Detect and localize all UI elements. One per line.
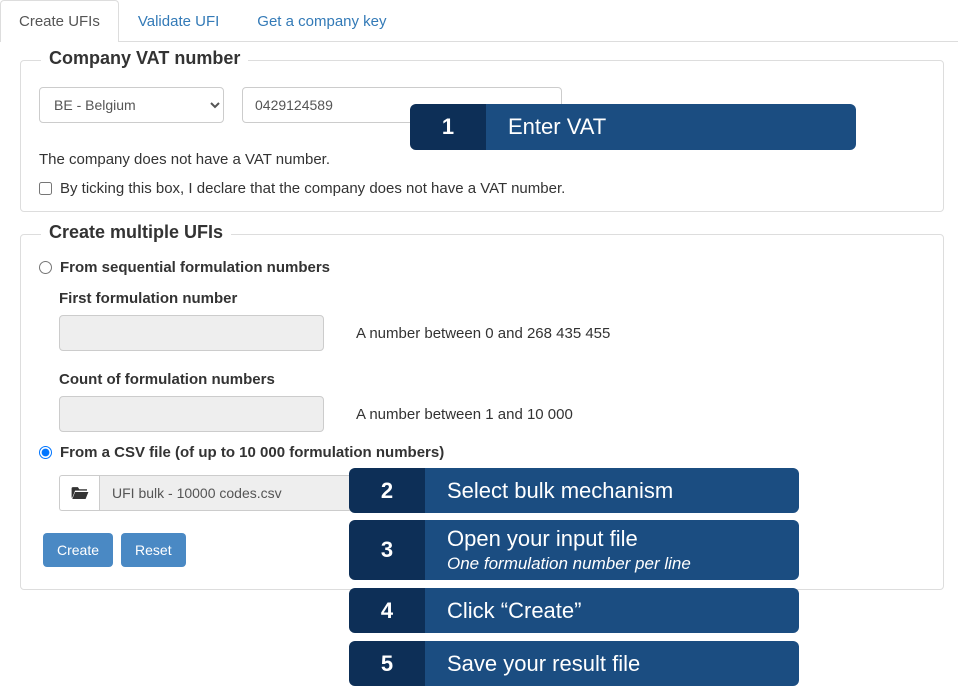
annotation-3-text: Open your input file	[447, 526, 777, 552]
annotation-5: 5 Save your result file	[349, 641, 799, 686]
annotation-2-text: Select bulk mechanism	[447, 478, 777, 504]
annotation-5-num: 5	[349, 641, 425, 686]
tab-bar: Create UFIs Validate UFI Get a company k…	[0, 0, 958, 42]
annotation-4-text: Click “Create”	[447, 598, 777, 624]
first-formulation-hint: A number between 0 and 268 435 455	[356, 325, 610, 342]
no-vat-checkbox-label: By ticking this box, I declare that the …	[60, 180, 565, 197]
multi-legend: Create multiple UFIs	[41, 222, 231, 243]
annotation-1-text: Enter VAT	[508, 114, 834, 140]
browse-file-button[interactable]	[59, 475, 99, 511]
reset-button[interactable]: Reset	[121, 533, 186, 567]
count-formulation-hint: A number between 1 and 10 000	[356, 406, 573, 423]
annotation-3: 3 Open your input file One formulation n…	[349, 520, 799, 580]
annotation-4-num: 4	[349, 588, 425, 633]
annotation-4: 4 Click “Create”	[349, 588, 799, 633]
annotation-2-num: 2	[349, 468, 425, 513]
count-formulation-input	[59, 396, 324, 432]
annotation-3-sub: One formulation number per line	[447, 554, 777, 574]
no-vat-text: The company does not have a VAT number.	[39, 151, 925, 168]
annotation-1: 1 Enter VAT	[410, 104, 856, 150]
radio-csv[interactable]	[39, 446, 52, 459]
tab-company-key[interactable]: Get a company key	[238, 0, 405, 42]
vat-legend: Company VAT number	[41, 48, 248, 69]
first-formulation-label: First formulation number	[59, 290, 925, 307]
create-button[interactable]: Create	[43, 533, 113, 567]
radio-csv-row[interactable]: From a CSV file (of up to 10 000 formula…	[39, 444, 925, 461]
radio-sequential-row[interactable]: From sequential formulation numbers	[39, 259, 925, 276]
tab-validate-ufi[interactable]: Validate UFI	[119, 0, 238, 42]
annotation-3-num: 3	[349, 520, 425, 580]
radio-sequential-label: From sequential formulation numbers	[60, 259, 330, 276]
no-vat-checkbox-row[interactable]: By ticking this box, I declare that the …	[39, 180, 925, 197]
annotation-2: 2 Select bulk mechanism	[349, 468, 799, 513]
annotation-1-num: 1	[410, 104, 486, 150]
country-select[interactable]: BE - Belgium	[39, 87, 224, 123]
tab-create-ufis[interactable]: Create UFIs	[0, 0, 119, 42]
first-formulation-input	[59, 315, 324, 351]
radio-csv-label: From a CSV file (of up to 10 000 formula…	[60, 444, 444, 461]
folder-open-icon	[71, 485, 89, 502]
radio-sequential[interactable]	[39, 261, 52, 274]
count-formulation-label: Count of formulation numbers	[59, 371, 925, 388]
annotation-5-text: Save your result file	[447, 651, 777, 677]
no-vat-checkbox[interactable]	[39, 182, 52, 195]
